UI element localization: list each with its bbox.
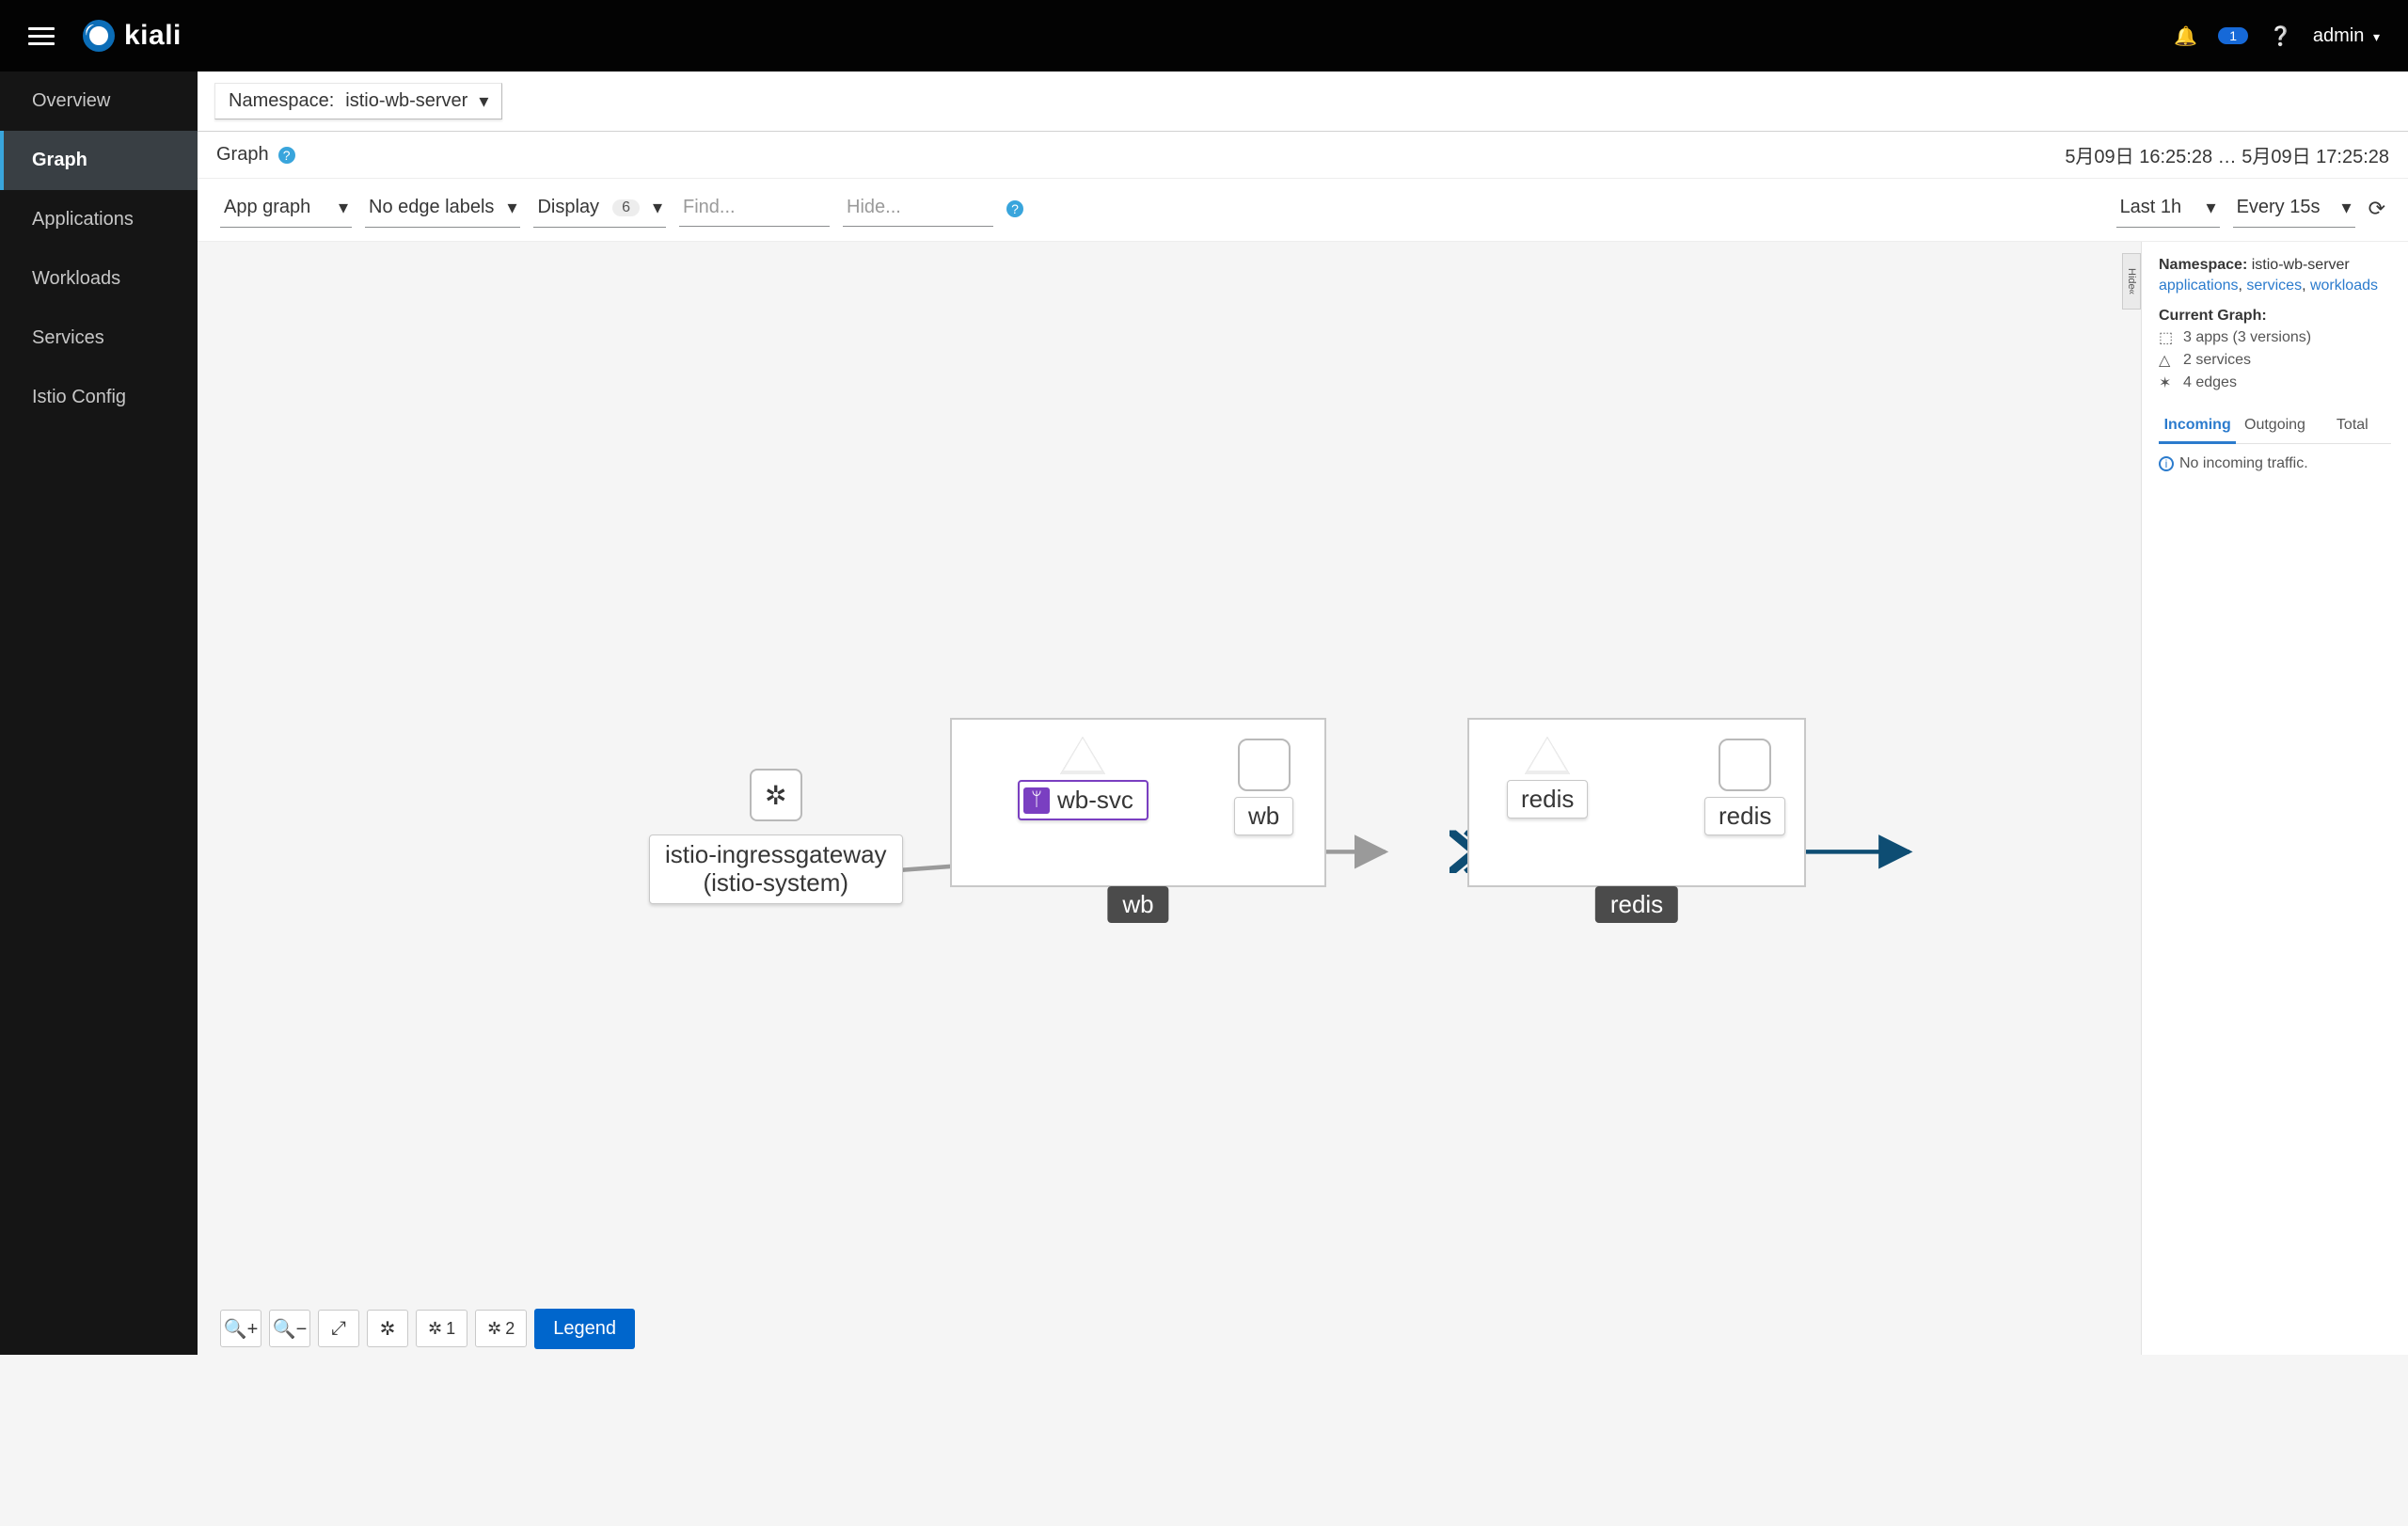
info-icon[interactable]: ? — [278, 147, 295, 164]
gateway-icon: ✲ — [750, 769, 802, 821]
caret-down-icon: ▾ — [507, 196, 516, 219]
duration-dropdown[interactable]: Last 1h ▾ — [2116, 190, 2220, 228]
sidebar-item-workloads[interactable]: Workloads — [0, 249, 198, 309]
display-options-dropdown[interactable]: Display 6 ▾ — [533, 190, 666, 228]
caret-down-icon: ▾ — [2373, 29, 2380, 44]
node-label: redis — [1507, 780, 1588, 819]
node-istio-ingressgateway[interactable]: ✲ istio-ingressgateway (istio-system) — [649, 769, 903, 904]
stat-services: △ 2 services — [2159, 351, 2391, 370]
node-label: wb — [1234, 797, 1293, 835]
namespace-value: istio-wb-server — [2252, 257, 2350, 273]
app-icon — [1238, 739, 1291, 791]
link-services[interactable]: services — [2246, 278, 2302, 294]
node-label: ᛘ wb-svc — [1018, 780, 1149, 820]
node-wb-app[interactable]: wb — [1234, 739, 1293, 835]
traffic-tabs: Incoming Outgoing Total — [2159, 409, 2391, 444]
brand-logo: kiali — [83, 20, 182, 52]
group-wb[interactable]: ᛘ wb-svc wb wb — [950, 718, 1326, 887]
main: Namespace: istio-wb-server ▾ Graph ? 5月0… — [198, 72, 2408, 1355]
node-wb-svc[interactable]: ᛘ wb-svc — [1018, 737, 1149, 820]
graph-toolbar: App graph ▾ No edge labels ▾ Display 6 ▾… — [198, 179, 2408, 242]
namespace-label: Namespace: — [2159, 257, 2247, 273]
group-label: redis — [1595, 886, 1678, 923]
page-title: Graph — [216, 144, 269, 166]
brand-name: kiali — [124, 20, 182, 52]
namespace-selector[interactable]: Namespace: istio-wb-server ▾ — [214, 83, 502, 119]
hamburger-menu[interactable] — [28, 27, 55, 45]
zoom-in-button[interactable]: 🔍+ — [220, 1310, 261, 1347]
caret-down-icon: ▾ — [339, 196, 348, 219]
virtualservice-icon: ᛘ — [1023, 787, 1050, 814]
apps-icon: ⬚ — [2159, 328, 2174, 347]
sidebar-item-overview[interactable]: Overview — [0, 72, 198, 131]
notification-count[interactable]: 1 — [2218, 27, 2248, 44]
help-icon[interactable]: ❔ — [2269, 24, 2292, 48]
user-menu[interactable]: admin ▾ — [2313, 25, 2380, 47]
group-label: wb — [1107, 886, 1168, 923]
service-graph-canvas[interactable]: ✲ istio-ingressgateway (istio-system) ᛘ … — [198, 242, 2408, 1355]
services-icon: △ — [2159, 351, 2174, 370]
namespace-prefix: Namespace: — [229, 90, 334, 112]
tab-total[interactable]: Total — [2314, 409, 2391, 443]
namespace-row: Namespace: istio-wb-server ▾ — [198, 72, 2408, 132]
app-icon — [1719, 739, 1771, 791]
logo-icon — [83, 20, 115, 52]
caret-down-icon: ▾ — [479, 89, 488, 113]
caret-down-icon: ▾ — [2207, 196, 2216, 219]
tab-incoming[interactable]: Incoming — [2159, 409, 2236, 444]
refresh-interval-dropdown[interactable]: Every 15s ▾ — [2233, 190, 2355, 228]
bell-icon[interactable]: 🔔 — [2174, 24, 2197, 48]
sidebar-item-istio-config[interactable]: Istio Config — [0, 368, 198, 427]
node-label: redis — [1704, 797, 1785, 835]
sidebar-item-applications[interactable]: Applications — [0, 190, 198, 249]
sidebar: Overview Graph Applications Workloads Se… — [0, 72, 198, 1355]
edges-icon: ✶ — [2159, 374, 2174, 392]
info-icon: i — [2159, 456, 2174, 471]
namespace-value: istio-wb-server — [345, 90, 467, 112]
stat-apps: ⬚ 3 apps (3 versions) — [2159, 328, 2391, 347]
service-icon — [1525, 737, 1570, 774]
legend-button[interactable]: Legend — [534, 1309, 635, 1349]
layout-2-button[interactable]: ✲2 — [475, 1310, 527, 1347]
graph-bottom-toolbar: 🔍+ 🔍− ⤢ ✲ ✲1 ✲2 Legend — [198, 1302, 2408, 1355]
caret-down-icon: ▾ — [653, 196, 662, 219]
hide-input[interactable] — [843, 191, 993, 227]
link-applications[interactable]: applications — [2159, 278, 2239, 294]
panel-collapse-toggle[interactable]: Hide « — [2122, 253, 2141, 310]
layout-1-button[interactable]: ✲1 — [416, 1310, 467, 1347]
node-redis-app[interactable]: redis — [1704, 739, 1785, 835]
caret-down-icon: ▾ — [2342, 196, 2352, 219]
service-icon — [1060, 737, 1105, 774]
find-hide-help-icon[interactable]: ? — [1006, 200, 1023, 217]
graph-type-dropdown[interactable]: App graph ▾ — [220, 190, 352, 228]
find-input[interactable] — [679, 191, 830, 227]
stat-edges: ✶ 4 edges — [2159, 374, 2391, 392]
node-redis-svc[interactable]: redis — [1507, 737, 1588, 819]
layout-default-button[interactable]: ✲ — [367, 1310, 408, 1347]
display-count: 6 — [612, 199, 640, 216]
refresh-icon[interactable]: ⟳ — [2368, 197, 2385, 221]
graph-info-panel: Namespace: istio-wb-server applications,… — [2141, 242, 2408, 1355]
tab-outgoing[interactable]: Outgoing — [2236, 409, 2313, 443]
sidebar-item-services[interactable]: Services — [0, 309, 198, 368]
sidebar-item-graph[interactable]: Graph — [0, 131, 198, 190]
edge-labels-dropdown[interactable]: No edge labels ▾ — [365, 190, 520, 228]
current-graph-label: Current Graph: — [2159, 308, 2267, 324]
fit-to-screen-button[interactable]: ⤢ — [318, 1310, 359, 1347]
time-range: 5月09日 16:25:28 … 5月09日 17:25:28 — [2065, 141, 2389, 168]
zoom-out-button[interactable]: 🔍− — [269, 1310, 310, 1347]
traffic-empty-message: i No incoming traffic. — [2159, 455, 2391, 472]
node-label: istio-ingressgateway (istio-system) — [649, 835, 903, 904]
user-name: admin — [2313, 25, 2364, 46]
group-redis[interactable]: redis redis redis — [1467, 718, 1806, 887]
link-workloads[interactable]: workloads — [2310, 278, 2378, 294]
